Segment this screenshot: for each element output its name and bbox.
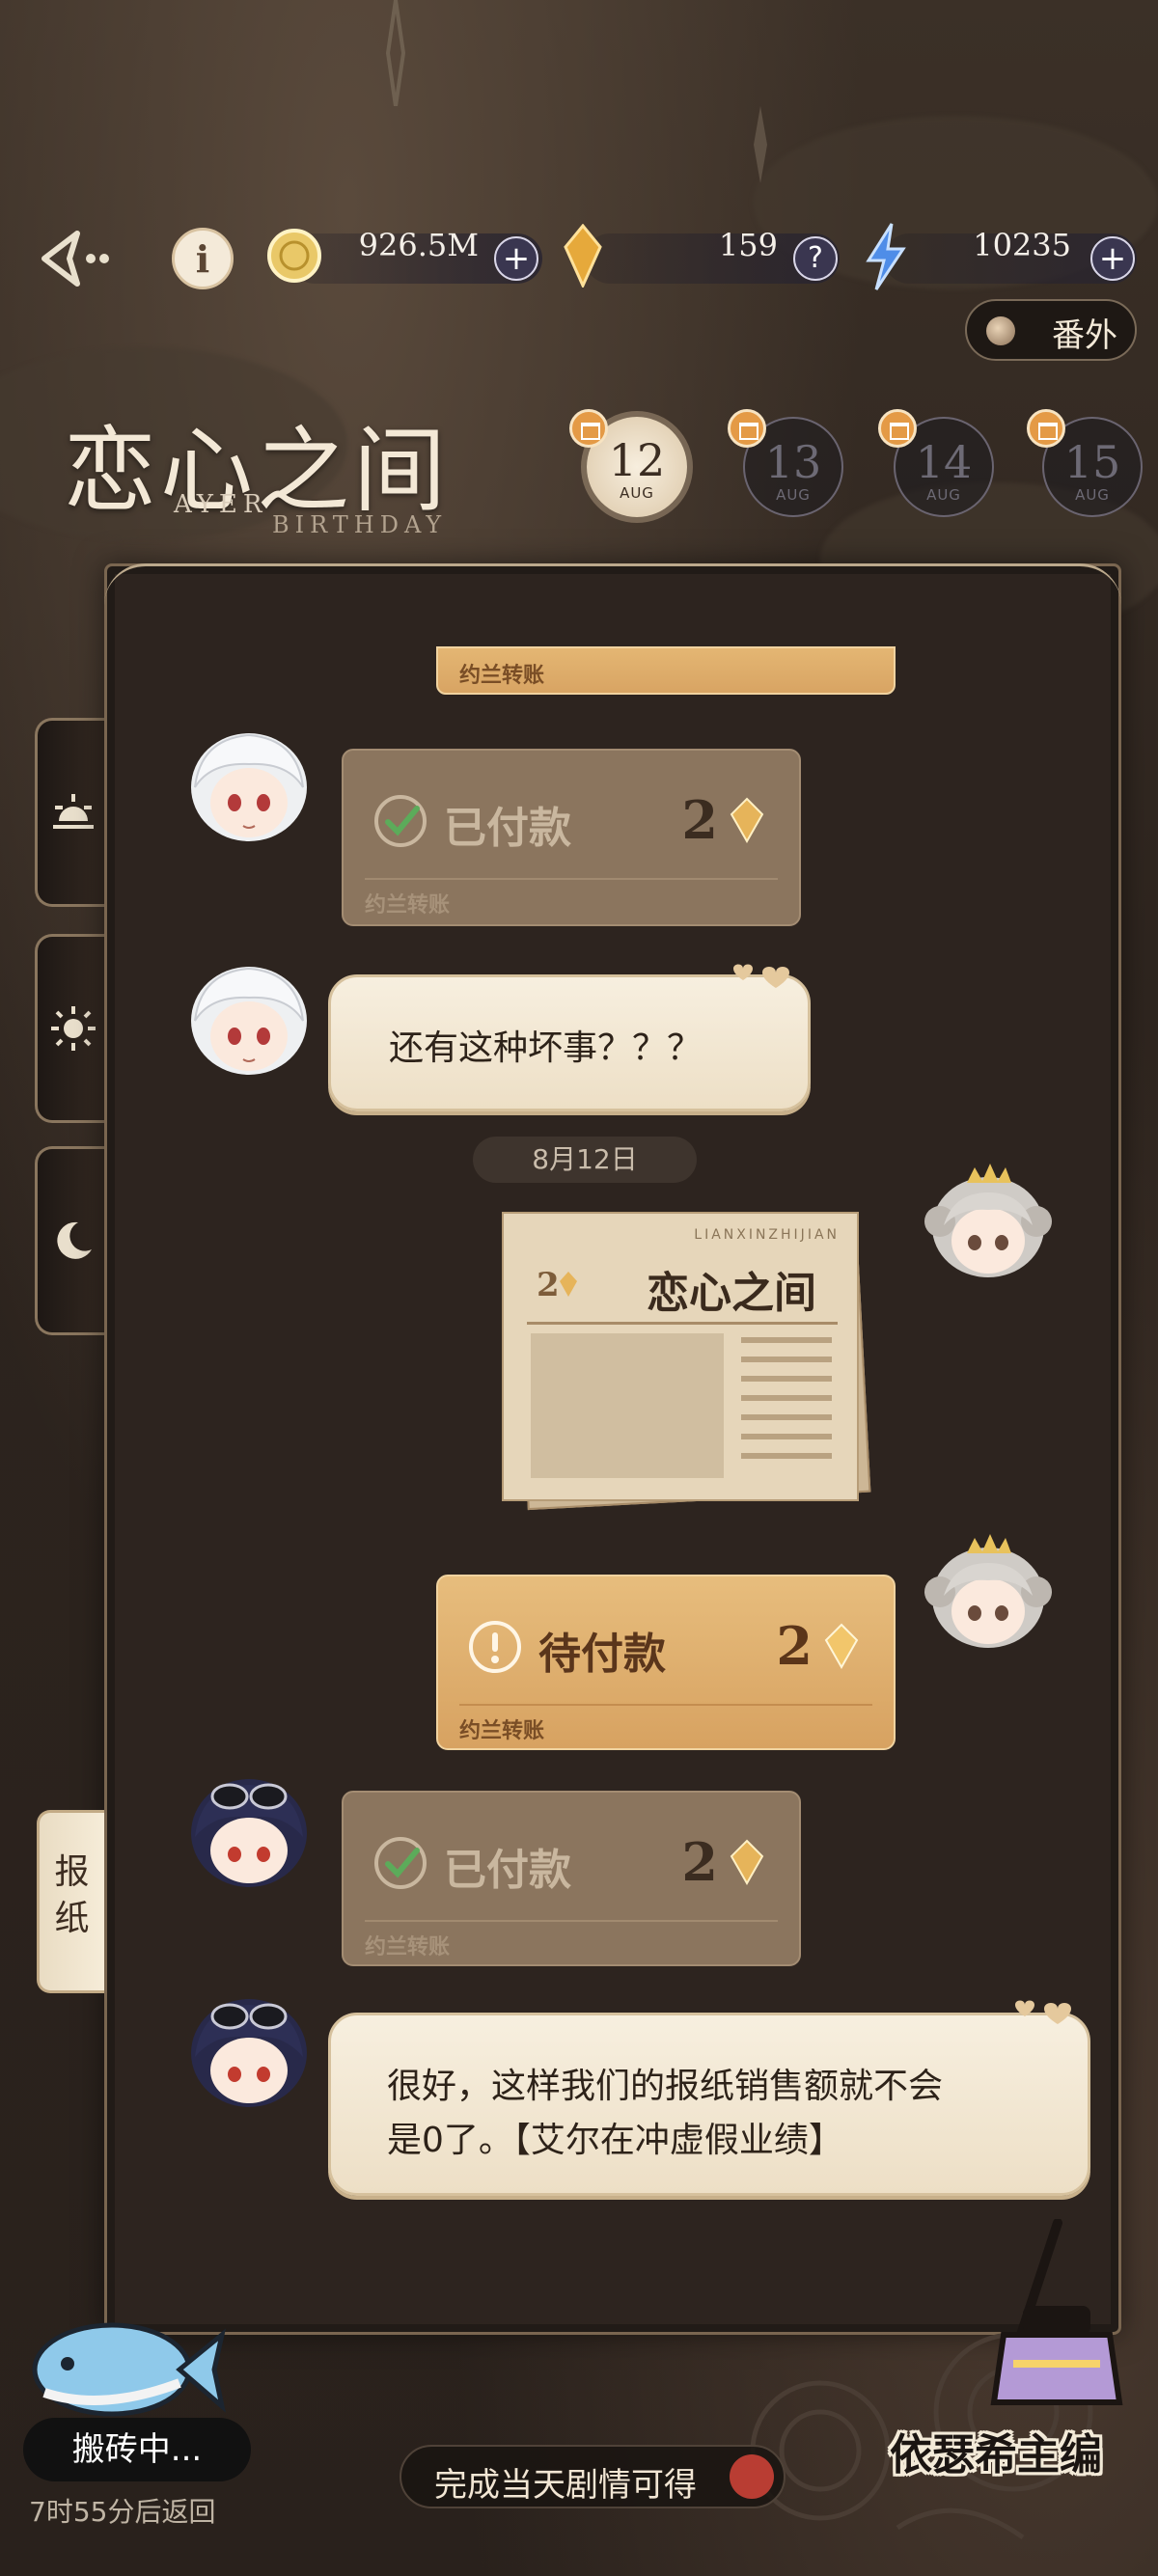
fish-icon[interactable] [25, 2306, 228, 2431]
gift-icon [878, 409, 917, 448]
payment-amount: 2 [776, 1615, 813, 1677]
star-sparkle-icon [385, 0, 406, 106]
payment-label: 约兰转账 [459, 1719, 545, 1743]
payment-card-paid[interactable]: 已付款 2 约兰转账 [342, 749, 801, 926]
alert-circle-icon [469, 1621, 521, 1673]
sidebar-tab-morning[interactable] [35, 718, 104, 907]
ink-bottle-icon[interactable] [965, 2219, 1129, 2422]
divider [365, 1920, 778, 1922]
info-button[interactable]: i [172, 228, 234, 289]
extra-story-button[interactable]: 番外 [965, 299, 1137, 361]
newspaper-title: 恋心之间 [647, 1269, 816, 1318]
payment-card-paid[interactable]: 已付款 2 约兰转账 [342, 1791, 801, 1966]
gift-icon [730, 2454, 774, 2499]
gem-icon [560, 1272, 577, 1297]
event-subtitle: BIRTHDAY [272, 511, 448, 538]
lightning-icon [866, 223, 906, 290]
payment-card-pending[interactable]: 待付款 2 约兰转账 [436, 1575, 896, 1750]
gem-help-button[interactable]: ? [793, 236, 838, 281]
divider [365, 878, 778, 880]
daily-reward-text: 完成当天剧情可得 [434, 2466, 697, 2505]
payment-amount: 2 [681, 789, 718, 851]
date-separator: 8月12日 [473, 1137, 697, 1183]
avatar-white-hair[interactable] [181, 953, 317, 1088]
hearts-decoration-icon [1015, 2000, 1071, 2024]
chat-bubble-text: 还有这种坏事？？？ [389, 1028, 703, 1068]
star-sparkle-icon [754, 106, 767, 183]
sun-icon [51, 1006, 96, 1051]
divider [527, 1322, 838, 1325]
newspaper-price: 2 [537, 1266, 560, 1304]
top-bar: i 926.5M + 159 ? 10235 + [0, 220, 1158, 297]
gift-icon [1027, 409, 1065, 448]
extra-story-label: 番外 [1052, 316, 1117, 355]
newspaper-tab[interactable]: 报纸 [37, 1810, 104, 1993]
divider [459, 1704, 872, 1706]
editor-label: 依瑟希主编 [890, 2430, 1102, 2480]
day-month: AUG [620, 484, 654, 502]
newspaper-front-sheet: LIANXINZHIJIAN 2 恋心之间 [502, 1212, 859, 1501]
newspaper-message[interactable]: LIANXINZHIJIAN 2 恋心之间 [502, 1212, 876, 1511]
newspaper-text-lines [741, 1337, 832, 1472]
check-circle-icon [374, 1837, 427, 1889]
payment-status: 已付款 [444, 804, 571, 853]
gem-icon [730, 797, 764, 843]
coin-value: 926.5M [358, 227, 479, 263]
newspaper-header: LIANXINZHIJIAN [694, 1227, 840, 1243]
sidebar-tab-noon[interactable] [35, 934, 104, 1123]
day-month: AUG [1075, 486, 1110, 504]
payment-amount: 2 [681, 1831, 718, 1893]
day-month: AUG [776, 486, 811, 504]
sunrise-icon [53, 794, 94, 829]
payment-status: 待付款 [538, 1630, 666, 1679]
payment-card-partial[interactable]: 约兰转账 [436, 646, 896, 695]
payment-label: 约兰转账 [365, 893, 451, 918]
hearts-decoration-icon [733, 964, 789, 988]
avatar-dark-hair[interactable] [181, 1764, 317, 1899]
add-coins-button[interactable]: + [494, 236, 538, 281]
gem-icon [730, 1839, 764, 1885]
chat-bubble-text-line1: 很好，这样我们的报纸销售额就不会 [387, 2067, 944, 2106]
newspaper-tab-label: 报纸 [54, 1852, 90, 1938]
energy-value: 10235 [973, 227, 1071, 263]
moon-icon [57, 1221, 92, 1259]
chat-bubble: 还有这种坏事？？？ [328, 974, 811, 1111]
fish-return-time: 7时55分后返回 [29, 2496, 216, 2528]
gem-icon [824, 1623, 859, 1669]
coin-icon [267, 229, 321, 283]
add-energy-button[interactable]: + [1090, 236, 1135, 281]
extra-story-icon [986, 316, 1015, 345]
gift-icon [569, 409, 608, 448]
fish-status[interactable]: 搬砖中... [23, 2418, 251, 2481]
avatar-dark-hair[interactable] [181, 1984, 317, 2119]
check-circle-icon [374, 795, 427, 847]
sidebar-tab-night[interactable] [35, 1146, 104, 1335]
payment-status: 已付款 [444, 1846, 571, 1895]
gem-icon [564, 224, 602, 288]
avatar-crown-girl[interactable] [921, 1154, 1056, 1289]
event-subtitle-name: AYER [174, 490, 268, 519]
avatar-crown-girl[interactable] [921, 1524, 1056, 1659]
payment-label: 约兰转账 [365, 1935, 451, 1959]
gem-value: 159 [718, 227, 778, 263]
avatar-white-hair[interactable] [181, 720, 317, 855]
back-arrow-icon[interactable] [39, 228, 116, 289]
daily-reward-hint[interactable]: 完成当天剧情可得 [400, 2445, 786, 2508]
newspaper-image-block [531, 1333, 724, 1478]
day-month: AUG [926, 486, 961, 504]
payment-label: 约兰转账 [459, 664, 545, 688]
gift-icon [728, 409, 766, 448]
